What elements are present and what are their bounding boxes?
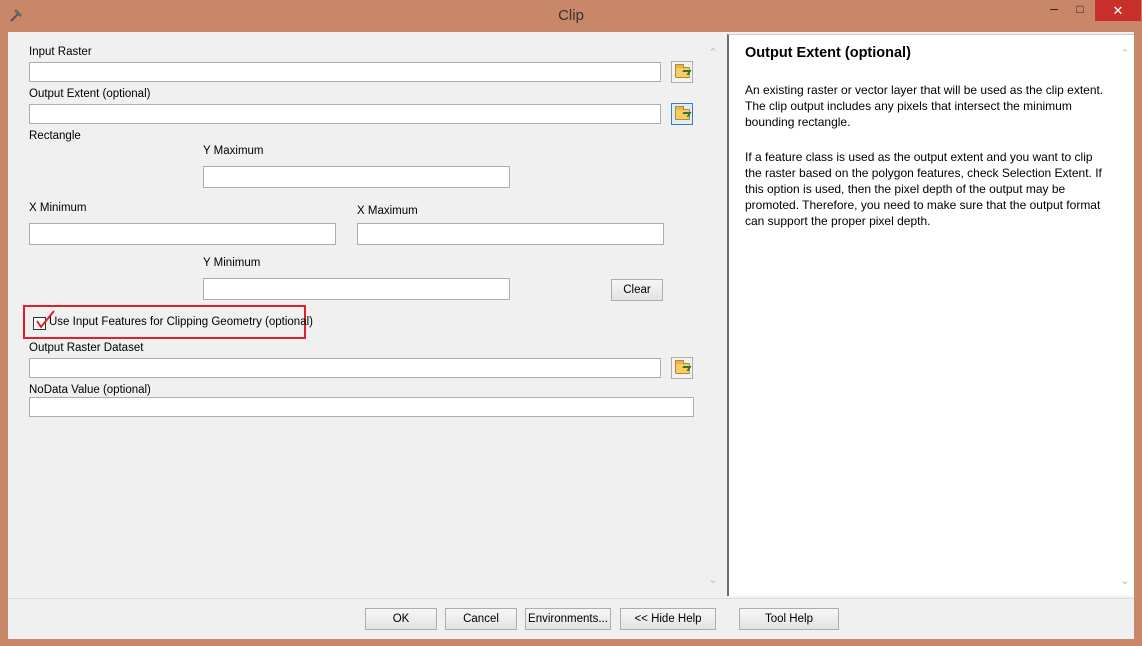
x-maximum-field[interactable] [357, 223, 664, 245]
x-maximum-label: X Maximum [357, 205, 418, 217]
ok-button[interactable]: OK [365, 608, 437, 630]
input-raster-field[interactable] [29, 62, 661, 82]
output-raster-label: Output Raster Dataset [29, 342, 144, 354]
parameters-scrollbar[interactable]: ⌃ ⌄ [706, 46, 720, 586]
chevron-up-icon[interactable]: ⌃ [1118, 47, 1132, 60]
clip-tool-window: Clip – □ ✕ Input Raster Output Extent (o… [0, 0, 1142, 646]
window-title: Clip [558, 7, 584, 24]
button-bar: OK Cancel Environments... << Hide Help T… [8, 598, 1134, 639]
maximize-button[interactable]: □ [1066, 2, 1094, 22]
dialog-client-area: Input Raster Output Extent (optional) Re… [8, 32, 1134, 639]
x-minimum-label: X Minimum [29, 202, 87, 214]
open-folder-icon [674, 105, 690, 120]
close-button[interactable]: ✕ [1095, 0, 1141, 21]
output-extent-browse-button[interactable] [671, 103, 693, 125]
output-raster-browse-button[interactable] [671, 357, 693, 379]
input-raster-browse-button[interactable] [671, 61, 693, 83]
help-pane: Output Extent (optional) An existing ras… [727, 34, 1134, 596]
output-extent-field[interactable] [29, 104, 661, 124]
open-folder-icon [674, 63, 690, 78]
nodata-value-field[interactable] [29, 397, 694, 417]
chevron-down-icon[interactable]: ⌄ [706, 573, 720, 586]
title-bar[interactable]: Clip – □ ✕ [0, 0, 1142, 32]
nodata-value-label: NoData Value (optional) [29, 384, 151, 396]
y-maximum-label: Y Maximum [203, 145, 264, 157]
use-input-features-label: Use Input Features for Clipping Geometry… [49, 316, 313, 328]
chevron-up-icon[interactable]: ⌃ [706, 46, 720, 59]
cancel-button[interactable]: Cancel [445, 608, 517, 630]
environments-button[interactable]: Environments... [525, 608, 611, 630]
input-raster-label: Input Raster [29, 46, 92, 58]
chevron-down-icon[interactable]: ⌄ [1118, 574, 1132, 587]
y-minimum-label: Y Minimum [203, 257, 261, 269]
open-folder-icon [674, 359, 690, 374]
minimize-button[interactable]: – [1040, 0, 1068, 20]
help-title: Output Extent (optional) [745, 45, 911, 61]
tool-help-button[interactable]: Tool Help [739, 608, 839, 630]
hide-help-button[interactable]: << Hide Help [620, 608, 716, 630]
clear-button[interactable]: Clear [611, 279, 663, 301]
parameters-pane: Input Raster Output Extent (optional) Re… [8, 32, 723, 596]
help-paragraph-2: If a feature class is used as the output… [745, 150, 1102, 228]
help-scrollbar[interactable]: ⌃ ⌄ [1118, 47, 1132, 587]
output-extent-label: Output Extent (optional) [29, 88, 151, 100]
output-raster-field[interactable] [29, 358, 661, 378]
rectangle-label: Rectangle [29, 130, 81, 142]
y-maximum-field[interactable] [203, 166, 510, 188]
y-minimum-field[interactable] [203, 278, 510, 300]
x-minimum-field[interactable] [29, 223, 336, 245]
help-paragraph-1: An existing raster or vector layer that … [745, 83, 1104, 129]
